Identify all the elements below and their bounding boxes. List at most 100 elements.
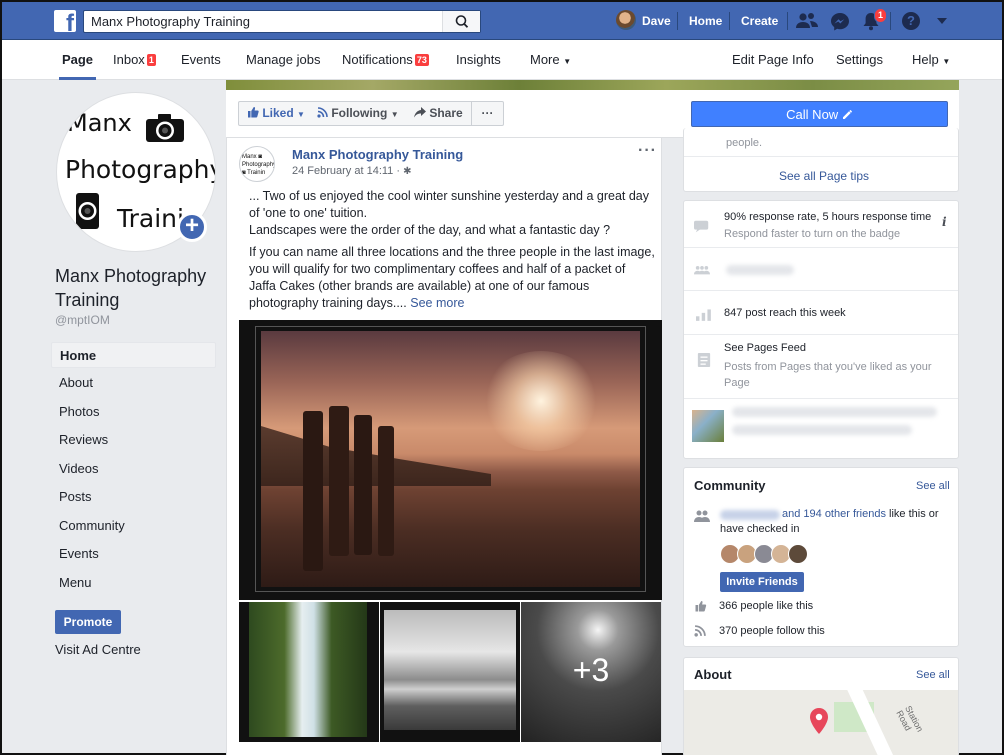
response-hint: Respond faster to turn on the badge — [724, 228, 901, 240]
post-main-photo[interactable] — [239, 320, 662, 600]
blurred-text — [726, 265, 794, 275]
help-icon[interactable]: ? — [902, 12, 920, 30]
sidebar-item-about[interactable]: About — [51, 370, 216, 396]
post-text-line: you will qualify for two complimentary c… — [249, 262, 626, 276]
home-link[interactable]: Home — [689, 2, 722, 40]
tab-events[interactable]: Events — [181, 40, 221, 80]
more-photos-count: +3 — [572, 652, 610, 688]
divider — [677, 12, 678, 30]
tab-notifications-label: Notifications — [342, 52, 413, 67]
create-link[interactable]: Create — [741, 2, 778, 40]
search-input[interactable]: Manx Photography Training — [91, 14, 250, 29]
see-all-page-tips-link[interactable]: See all Page tips — [779, 169, 869, 183]
photo-thumbnail-waterfall[interactable] — [239, 602, 379, 742]
post-timestamp[interactable]: 24 February at 14:11 · ✱ — [292, 165, 411, 177]
community-title: Community — [694, 478, 766, 493]
info-icon[interactable]: i — [942, 215, 947, 229]
camera-icon — [146, 114, 184, 142]
photo-thumbnail-more[interactable]: +3 — [521, 602, 661, 742]
post-date-label: 24 February at 14:11 — [292, 165, 394, 177]
headland — [261, 426, 491, 486]
post-author-avatar[interactable]: Manx ◙ Photography ◙ Trainin — [239, 146, 275, 182]
sidebar-item-photos[interactable]: Photos — [51, 399, 216, 425]
friend-avatar[interactable] — [788, 544, 808, 564]
search-button[interactable] — [442, 11, 480, 32]
friends-like-text: and 194 other friends like this or — [782, 508, 939, 520]
sidebar-item-posts[interactable]: Posts — [51, 484, 216, 510]
tab-more[interactable]: More ▼ — [530, 40, 571, 80]
tab-notifications[interactable]: Notifications 73 — [342, 40, 429, 80]
tab-insights[interactable]: Insights — [456, 40, 501, 80]
blurred-text — [732, 407, 937, 417]
account-menu-icon[interactable] — [937, 18, 947, 25]
post-options-button[interactable]: ··· — [638, 142, 657, 160]
page-handle[interactable]: @mptIOM — [55, 313, 110, 327]
sidebar-item-videos[interactable]: Videos — [51, 456, 216, 482]
page-stats-card: 90% response rate, 5 hours response time… — [683, 200, 959, 459]
liked-button[interactable]: Liked ▼ — [238, 101, 314, 126]
location-map[interactable]: Station Road — [684, 690, 958, 755]
community-see-all-link[interactable]: See all — [916, 480, 950, 492]
post-2 — [329, 406, 349, 556]
photo-thumbnail-bay[interactable] — [380, 602, 520, 742]
divider — [729, 12, 730, 30]
follow-rss-icon — [694, 625, 706, 637]
settings-link[interactable]: Settings — [836, 40, 883, 80]
following-button[interactable]: Following ▼ — [309, 101, 408, 126]
bay-photo — [384, 610, 516, 730]
messenger-icon[interactable] — [830, 12, 850, 31]
page-tips-text: people. — [726, 137, 763, 149]
people-icon — [694, 266, 710, 275]
cover-photo[interactable] — [226, 80, 959, 90]
chevron-down-icon: ▼ — [942, 57, 951, 66]
blurred-text — [732, 425, 912, 435]
friends-checked-in: have checked in — [720, 523, 800, 535]
call-now-label: Call Now — [786, 107, 839, 122]
pages-feed-title[interactable]: See Pages Feed — [724, 342, 806, 354]
pages-feed-description: Posts from Pages that you've liked as yo… — [724, 361, 932, 373]
more-actions-button[interactable]: ··· — [472, 101, 504, 126]
post-text-line: Jaffa Cakes (other brands are available)… — [249, 279, 590, 293]
divider — [684, 156, 958, 157]
friend-requests-icon[interactable] — [796, 12, 818, 30]
page-name[interactable]: Manx Photography Training — [55, 264, 225, 312]
tab-page[interactable]: Page — [59, 40, 96, 80]
sidebar-item-home[interactable]: Home — [51, 342, 216, 368]
friends-icon — [694, 510, 710, 522]
inbox-badge: 1 — [146, 54, 156, 66]
search-box[interactable]: Manx Photography Training — [83, 10, 481, 33]
see-more-link[interactable]: See more — [410, 296, 464, 310]
tab-inbox[interactable]: Inbox 1 — [113, 40, 156, 80]
invite-friends-button[interactable]: Invite Friends — [720, 572, 804, 592]
post-text-line: photography training days.... See more — [249, 295, 659, 312]
about-see-all-link[interactable]: See all — [916, 669, 950, 681]
ad-centre-link[interactable]: Visit Ad Centre — [55, 642, 141, 657]
sunset-beach-photo — [261, 331, 640, 587]
divider — [684, 334, 958, 335]
help-menu[interactable]: Help ▼ — [912, 40, 950, 80]
share-button[interactable]: Share — [406, 101, 472, 126]
sidebar-item-reviews[interactable]: Reviews — [51, 427, 216, 453]
about-card: About See all Station Road — [683, 657, 959, 755]
post-1 — [303, 411, 323, 571]
edit-page-info-link[interactable]: Edit Page Info — [732, 40, 814, 80]
chevron-down-icon: ▼ — [390, 110, 399, 119]
user-avatar[interactable] — [616, 10, 636, 30]
sidebar-item-events[interactable]: Events — [51, 541, 216, 567]
call-now-button[interactable]: Call Now — [691, 101, 948, 127]
sidebar-item-menu[interactable]: Menu — [51, 570, 216, 596]
sidebar-item-community[interactable]: Community — [51, 513, 216, 539]
promote-button[interactable]: Promote — [55, 610, 121, 634]
page-tips-card: people. See all Page tips — [683, 128, 959, 192]
update-profile-picture-button[interactable]: + — [177, 212, 207, 242]
user-name-link[interactable]: Dave — [642, 2, 671, 40]
tab-manage-jobs[interactable]: Manage jobs — [246, 40, 320, 80]
tab-more-label: More — [530, 52, 560, 67]
post-text-paragraph-2: If you can name all three locations and … — [249, 244, 659, 312]
facebook-logo-icon[interactable]: f — [54, 10, 76, 32]
divider — [684, 290, 958, 291]
post-author-name[interactable]: Manx Photography Training — [292, 147, 463, 162]
likes-count: 366 people like this — [719, 600, 814, 612]
message-icon — [694, 220, 709, 233]
other-friends-link[interactable]: and 194 other friends — [782, 508, 886, 520]
